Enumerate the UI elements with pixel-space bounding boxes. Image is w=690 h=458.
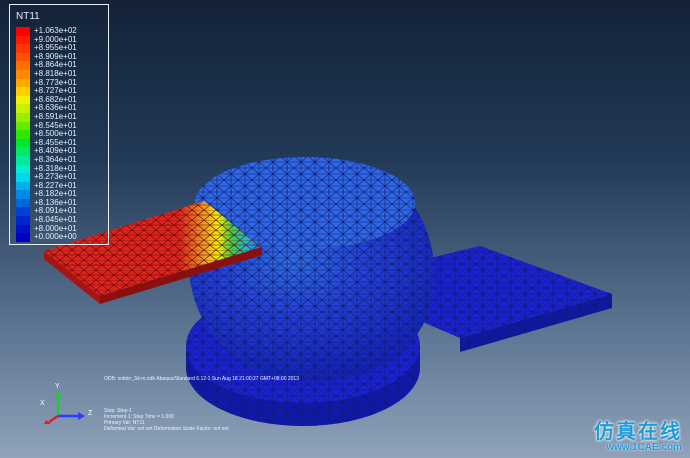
legend-swatch [16, 112, 30, 122]
legend-swatch [16, 207, 30, 217]
legend-swatch [16, 35, 30, 45]
legend-swatch [16, 52, 30, 62]
legend-swatch [16, 104, 30, 113]
watermark: 仿真在线 www.1CAE.com [594, 415, 682, 453]
watermark-cn-text: 仿真在线 [594, 419, 682, 443]
model-viewport[interactable]: NT11 +1.063e+02 +9.000e+01 +8.955e+01 +8.90… [0, 0, 690, 458]
watermark-url: www.1CAE.com [606, 442, 682, 453]
legend-swatch [16, 61, 30, 70]
legend-swatch [16, 87, 30, 96]
legend-swatch [16, 164, 30, 174]
legend-label: +0.000e+00 [34, 232, 77, 242]
axis-x-label: X [40, 400, 45, 407]
axis-triad: Y Z X [36, 383, 96, 424]
legend-swatch [16, 155, 30, 165]
legend-swatch [16, 130, 30, 139]
axis-y-label: Y [55, 383, 60, 390]
legend-swatch [16, 27, 30, 36]
axis-triad-icon [44, 391, 85, 424]
legend-swatch [16, 121, 30, 131]
legend-swatch [16, 190, 30, 199]
legend-swatch [16, 233, 30, 242]
solder-ball [188, 157, 435, 382]
legend-swatch [16, 173, 30, 182]
legend-swatch [16, 138, 30, 148]
legend-swatch [16, 78, 30, 88]
legend-swatch [16, 224, 30, 234]
legend-swatch [16, 95, 30, 105]
odb-info-line: ODB: solder_3d-m.odb Abaqus/Standard 6.1… [104, 376, 299, 382]
deformed-var-line: Deformed Var: not set Deformation Scale … [104, 426, 229, 432]
step-info-block: Step: Step-1 Increment 1: Step Time = 1.… [104, 408, 228, 432]
legend-swatch [16, 216, 30, 225]
axis-z-label: Z [88, 410, 93, 417]
legend-swatch [16, 44, 30, 53]
legend-title: NT11 [16, 11, 40, 22]
legend-swatch [16, 69, 30, 79]
legend-swatch [16, 181, 30, 191]
legend-swatch [16, 147, 30, 156]
legend-swatch [16, 198, 30, 208]
